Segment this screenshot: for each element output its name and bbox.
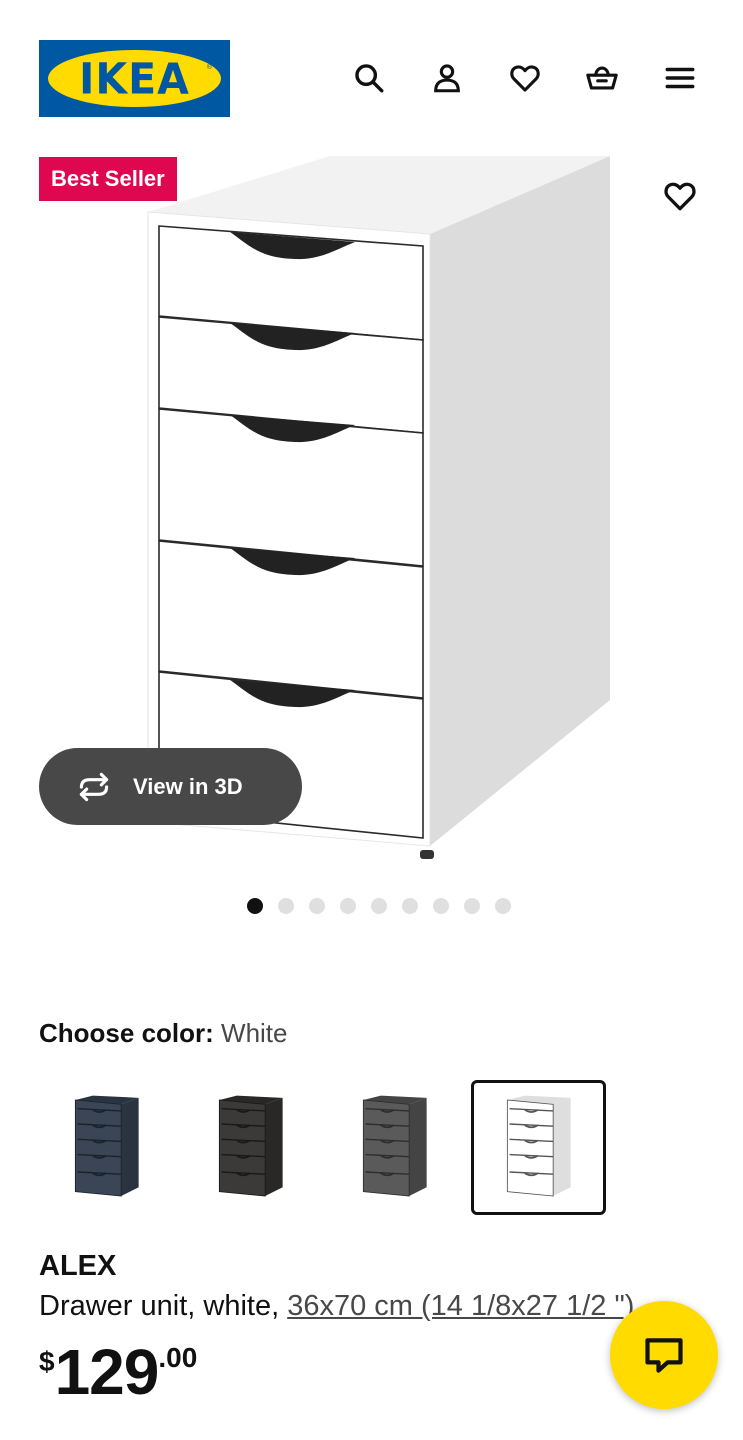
cart-icon[interactable]: [580, 56, 624, 100]
chat-button[interactable]: [610, 1301, 718, 1409]
pagination-dot[interactable]: [371, 898, 387, 914]
drawer-unit-thumbnail: [74, 1095, 139, 1196]
product-gallery[interactable]: Best Seller View in 3D: [0, 150, 743, 870]
view-in-3d-label: View in 3D: [133, 773, 243, 799]
color-chooser-label: Choose color: White: [39, 1018, 288, 1049]
wishlist-icon[interactable]: [503, 56, 547, 100]
menu-icon[interactable]: [658, 56, 702, 100]
view-in-3d-button[interactable]: View in 3D: [39, 748, 302, 825]
gallery-pagination: [247, 898, 511, 914]
search-icon[interactable]: [347, 56, 391, 100]
account-icon[interactable]: [425, 56, 469, 100]
color-swatch[interactable]: [471, 1080, 606, 1215]
header: IKEA ®: [0, 0, 743, 150]
drawer-unit-thumbnail: [362, 1095, 427, 1196]
pagination-dot[interactable]: [464, 898, 480, 914]
registered-mark: ®: [206, 64, 212, 71]
chat-icon: [645, 1338, 683, 1373]
favorite-button[interactable]: [656, 172, 704, 220]
product-name: ALEX: [39, 1250, 117, 1282]
color-swatch[interactable]: [39, 1080, 174, 1215]
logo-text: IKEA: [79, 53, 190, 104]
pagination-dot[interactable]: [433, 898, 449, 914]
color-swatch[interactable]: [327, 1080, 462, 1215]
pagination-dot[interactable]: [340, 898, 356, 914]
product-price: $ 129 .00: [39, 1340, 197, 1404]
product-description: Drawer unit, white, 36x70 cm (14 1/8x27 …: [39, 1290, 699, 1323]
ikea-logo[interactable]: IKEA ®: [39, 40, 230, 117]
drawer-unit-thumbnail: [506, 1095, 571, 1196]
price-currency: $: [39, 1346, 55, 1377]
product-size-link[interactable]: 36x70 cm (14 1/8x27 1/2 "): [287, 1290, 634, 1322]
color-swatches: [39, 1080, 606, 1215]
color-swatch[interactable]: [183, 1080, 318, 1215]
drawer-unit-thumbnail: [218, 1095, 283, 1196]
pagination-dot[interactable]: [309, 898, 325, 914]
pagination-dot[interactable]: [402, 898, 418, 914]
pagination-dot[interactable]: [495, 898, 511, 914]
pagination-dot[interactable]: [247, 898, 263, 914]
price-integer: 129: [54, 1336, 160, 1408]
rotate-3d-icon: [79, 772, 109, 801]
price-decimal: .00: [158, 1342, 198, 1373]
pagination-dot[interactable]: [278, 898, 294, 914]
selected-color-value: White: [221, 1018, 288, 1048]
product-type: Drawer unit, white,: [39, 1290, 288, 1322]
heart-icon: [664, 182, 696, 211]
best-seller-badge: Best Seller: [39, 157, 177, 201]
choose-color-text: Choose color:: [39, 1018, 214, 1048]
